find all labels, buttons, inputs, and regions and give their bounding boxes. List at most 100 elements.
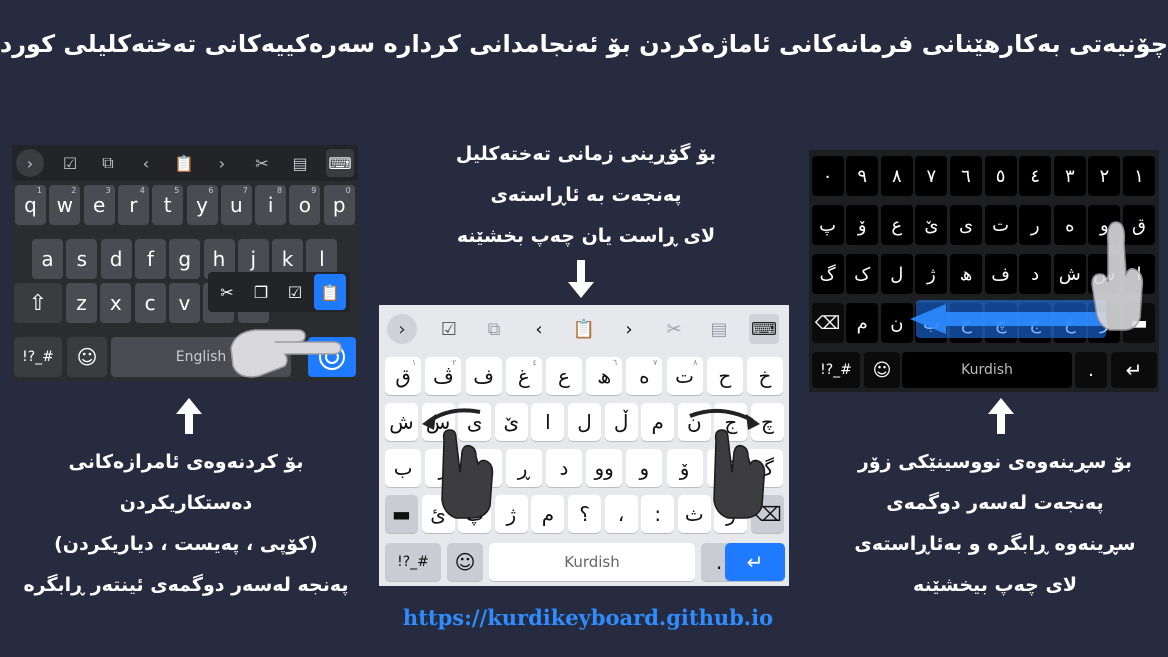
select-all-icon[interactable]: ☑	[434, 314, 464, 344]
paste-icon[interactable]: 📋	[569, 314, 599, 344]
key-row1-0[interactable]: ١	[1123, 156, 1155, 196]
key-row3-5[interactable]: ھ	[950, 254, 982, 294]
key-row1-1[interactable]: ٢	[1088, 156, 1121, 196]
key-s[interactable]: s	[66, 239, 98, 279]
symbols-key[interactable]: !?_#	[385, 543, 441, 581]
key-v[interactable]: v	[168, 283, 200, 323]
key-row1-1[interactable]: ح	[706, 357, 743, 395]
key-row2-6[interactable]: ێ	[915, 205, 948, 245]
key-row1-7[interactable]: ف	[465, 357, 502, 395]
key-row4-4[interactable]: ،	[604, 495, 638, 533]
key-row1-5[interactable]: ع	[546, 357, 582, 395]
key-row1-8[interactable]: ٩	[846, 156, 879, 196]
copy-icon[interactable]: ⧉	[94, 149, 122, 177]
key-row2-3[interactable]: م	[641, 403, 675, 441]
arrow-right-icon[interactable]: ›	[614, 314, 644, 344]
key-r[interactable]: r4	[117, 185, 149, 225]
key-row1-7[interactable]: ٨	[880, 156, 913, 196]
key-f[interactable]: f	[134, 239, 166, 279]
select-all-icon[interactable]: ☑	[282, 278, 308, 306]
key-row2-8[interactable]: ۆ	[846, 205, 879, 245]
key-row2-9[interactable]: پ	[811, 205, 844, 245]
key-row4-3[interactable]: :	[641, 495, 675, 533]
key-row2-2[interactable]: ە	[1053, 205, 1086, 245]
clipboard-icon[interactable]: ▤	[286, 149, 314, 177]
cut-icon[interactable]: ✂	[659, 314, 689, 344]
key-row1-3[interactable]: ٤	[1019, 156, 1052, 196]
key-row4-6[interactable]: م	[531, 495, 565, 533]
chevron-right-icon[interactable]: ›	[387, 314, 417, 344]
enter-key[interactable]: ↵	[725, 543, 785, 581]
symbols-key[interactable]: !?_#	[812, 352, 860, 388]
copy-icon[interactable]: ❐	[248, 278, 274, 306]
key-a[interactable]: a	[32, 239, 63, 279]
key-row1-4[interactable]: ٥	[984, 156, 1017, 196]
key-row2-6[interactable]: ا	[531, 403, 565, 441]
key-row3-6[interactable]: ڕ	[505, 449, 542, 487]
arrow-left-icon[interactable]: ‹	[132, 149, 160, 177]
enter-key[interactable]: ↵	[1111, 352, 1157, 388]
key-row1-9[interactable]: ٠	[811, 156, 844, 196]
key-p[interactable]: p0	[323, 185, 355, 225]
paste-icon[interactable]: 📋	[170, 149, 198, 177]
key-e[interactable]: e3	[83, 185, 115, 225]
key-row4-10[interactable]: ▬	[385, 495, 418, 533]
key-row1-4[interactable]: ھ٦	[586, 357, 623, 395]
key-row2-4[interactable]: ت	[984, 205, 1017, 245]
key-row1-5[interactable]: ٦	[950, 156, 982, 196]
key-o[interactable]: o9	[289, 185, 321, 225]
key-row2-5[interactable]: ل	[568, 403, 601, 441]
key-d[interactable]: d	[100, 239, 132, 279]
symbols-key[interactable]: !?_#	[14, 337, 62, 377]
select-all-icon[interactable]: ☑	[56, 149, 84, 177]
key-row1-2[interactable]: ت٨	[666, 357, 703, 395]
key-row4-5[interactable]: ؟	[568, 495, 601, 533]
key-row2-3[interactable]: ر	[1019, 205, 1052, 245]
cut-icon[interactable]: ✂	[214, 278, 240, 306]
key-row3-3[interactable]: و	[626, 449, 663, 487]
key-t[interactable]: t5	[152, 185, 184, 225]
arrow-right-icon[interactable]: ›	[208, 149, 236, 177]
arrow-left-icon[interactable]: ‹	[524, 314, 554, 344]
key-row1-0[interactable]: خ	[747, 357, 783, 395]
key-c[interactable]: c	[134, 283, 166, 323]
key-row3-2[interactable]: ش	[1053, 254, 1086, 294]
key-row1-8[interactable]: ڤ٢	[425, 357, 462, 395]
key-row2-4[interactable]: ڵ	[604, 403, 638, 441]
key-w[interactable]: w2	[49, 185, 81, 225]
key-y[interactable]: y6	[186, 185, 218, 225]
key-row1-2[interactable]: ٣	[1053, 156, 1086, 196]
emoji-key[interactable]: ☺	[864, 352, 900, 388]
key-row1-3[interactable]: ە٧	[626, 357, 663, 395]
key-i[interactable]: i8	[255, 185, 287, 225]
key-row3-7[interactable]: ل	[880, 254, 913, 294]
backspace-key[interactable]: ⌫	[811, 303, 844, 343]
key-row2-10[interactable]: ش	[385, 403, 418, 441]
keyboard-icon[interactable]: ⌨	[326, 149, 354, 177]
clipboard-icon[interactable]: ▤	[704, 314, 734, 344]
key-x[interactable]: x	[100, 283, 132, 323]
key-u[interactable]: u7	[220, 185, 252, 225]
cut-icon[interactable]: ✂	[248, 149, 276, 177]
key-row3-6[interactable]: ژ	[915, 254, 948, 294]
space-key[interactable]: Kurdish	[902, 352, 1072, 388]
key-z[interactable]: z	[66, 283, 97, 323]
key-row1-6[interactable]: ٧	[915, 156, 948, 196]
chevron-right-icon[interactable]: ›	[16, 149, 44, 177]
emoji-key[interactable]: ☺	[67, 337, 107, 377]
key-row2-5[interactable]: ی	[950, 205, 982, 245]
emoji-key[interactable]: ☺	[447, 543, 483, 581]
website-link[interactable]: https://kurdikeyboard.github.io	[378, 605, 798, 630]
key-q[interactable]: q1	[15, 185, 46, 225]
key-row1-9[interactable]: ق١	[385, 357, 422, 395]
key-row3-9[interactable]: گ	[811, 254, 844, 294]
key-row3-5[interactable]: د	[546, 449, 582, 487]
key-row3-8[interactable]: ک	[846, 254, 879, 294]
period-key[interactable]: .	[1075, 352, 1107, 388]
key-row2-7[interactable]: ع	[880, 205, 913, 245]
paste-icon[interactable]: 📋	[314, 274, 346, 310]
shift-key[interactable]: ⇧	[14, 283, 62, 323]
key-row3-4[interactable]: وو	[586, 449, 623, 487]
key-row3-3[interactable]: د	[1019, 254, 1052, 294]
copy-icon[interactable]: ⧉	[479, 314, 509, 344]
